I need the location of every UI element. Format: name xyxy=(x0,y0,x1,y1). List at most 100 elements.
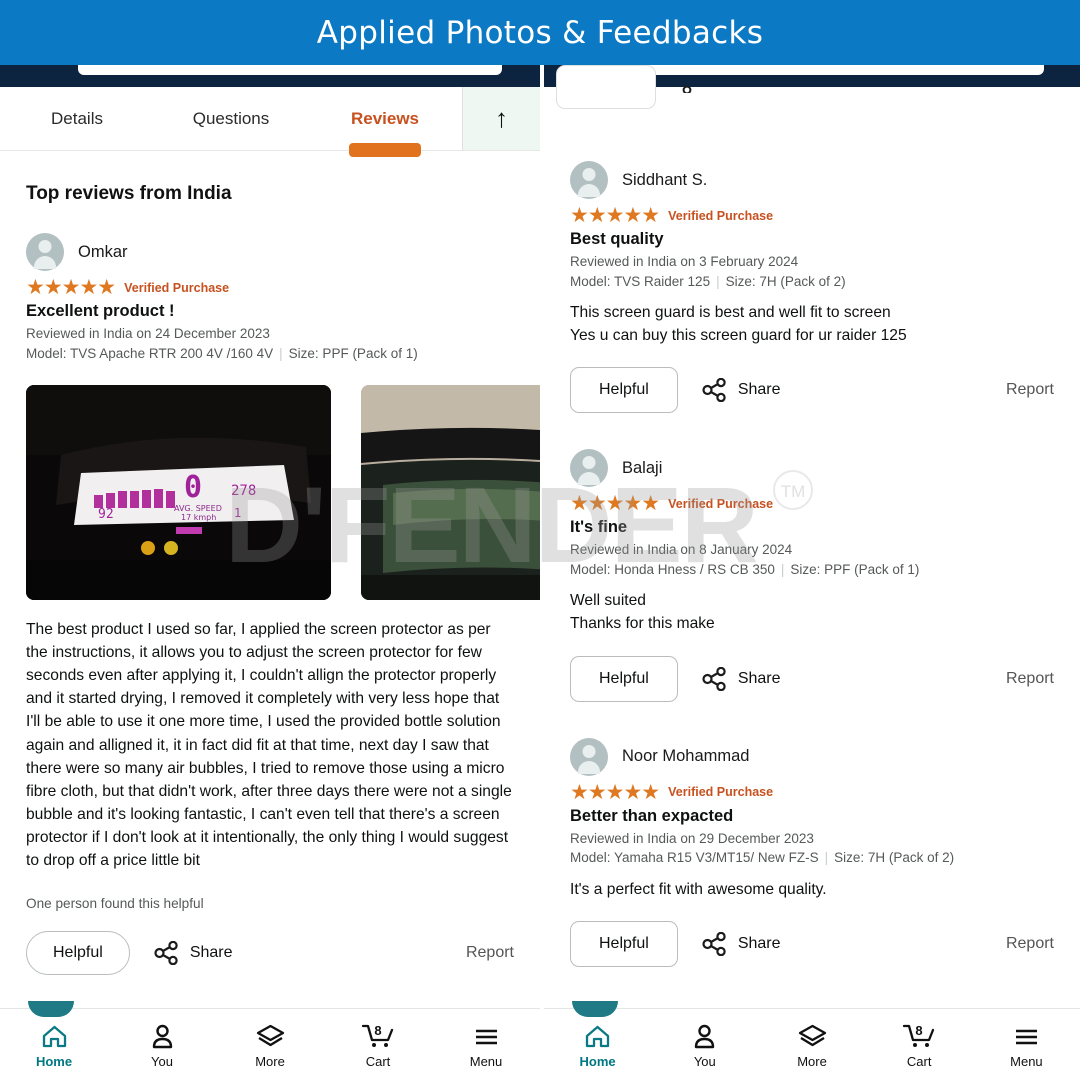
helpful-button[interactable]: Helpful xyxy=(570,920,678,967)
nav-item-you[interactable]: You xyxy=(108,1009,216,1080)
nav-item-more[interactable]: More xyxy=(758,1009,865,1080)
reviewer-name: Balaji xyxy=(622,458,663,477)
layers-icon xyxy=(256,1021,285,1049)
nav-label-more: More xyxy=(255,1053,285,1069)
share-icon xyxy=(702,378,726,403)
review-card-siddhant: Siddhant S. ★★★★★ Verified Purchase Best… xyxy=(570,161,1054,414)
cart-icon: 8 xyxy=(361,1021,395,1049)
helpful-button[interactable] xyxy=(556,65,656,109)
reviewer-row[interactable]: Noor Mohammad xyxy=(570,737,1054,776)
review-date: Reviewed in India on 24 December 2023 xyxy=(26,326,270,341)
nav-item-menu[interactable]: Menu xyxy=(432,1009,540,1080)
share-button[interactable]: Share xyxy=(702,378,781,403)
bottom-nav-right: Home You More 8 Cart Menu xyxy=(544,1001,1080,1080)
helpful-button[interactable]: Helpful xyxy=(570,655,678,702)
tab-details[interactable]: Details xyxy=(0,87,154,150)
nav-item-more[interactable]: More xyxy=(216,1009,324,1080)
review-actions-row: Helpful Share Report xyxy=(570,920,1054,967)
home-icon xyxy=(41,1021,68,1049)
report-button[interactable]: Report xyxy=(466,944,514,962)
nav-label-cart: Cart xyxy=(906,1053,932,1069)
review-date: Reviewed in India on 29 December 2023 xyxy=(570,830,814,846)
hamburger-icon xyxy=(473,1021,500,1049)
share-icon[interactable] xyxy=(682,79,704,97)
review-variant-line: Model: TVS Raider 125 | Size: 7H (Pack of … xyxy=(570,272,1054,292)
tab-reviews[interactable]: Reviews xyxy=(308,87,462,150)
variant-separator: | xyxy=(780,561,785,577)
review-actions-row: Helpful Share Report xyxy=(26,930,514,975)
nav-item-cart[interactable]: 8 Cart xyxy=(324,1009,432,1080)
review-size: Size: 7H (Pack of 2) xyxy=(834,850,955,866)
avatar xyxy=(570,737,608,776)
share-button[interactable]: Share xyxy=(154,940,233,965)
review-variant-line: Model: Yamaha R15 V3/MT15/ New FZ-S | Size… xyxy=(570,848,1054,868)
rating-row: ★★★★★ Verified Purchase xyxy=(570,493,1054,514)
nav-label-you: You xyxy=(151,1053,173,1069)
verified-purchase-badge: Verified Purchase xyxy=(668,496,774,511)
review-size: Size: 7H (Pack of 2) xyxy=(725,273,846,289)
svg-text:AVG. SPEED: AVG. SPEED xyxy=(174,504,222,513)
person-icon xyxy=(691,1021,718,1049)
search-input[interactable] xyxy=(624,65,1044,75)
variant-separator: | xyxy=(279,345,283,361)
cart-badge-count: 8 xyxy=(916,1023,923,1038)
share-icon xyxy=(702,931,726,956)
star-rating-icon: ★★★★★ xyxy=(570,492,660,516)
star-rating-icon: ★★★★★ xyxy=(570,204,660,227)
report-button[interactable]: Report xyxy=(1006,670,1054,688)
rating-row: ★★★★★ Verified Purchase xyxy=(570,205,1054,226)
nav-item-home[interactable]: Home xyxy=(0,1001,108,1080)
arrow-up-icon: ↑ xyxy=(495,103,508,133)
helpful-button[interactable]: Helpful xyxy=(26,930,130,975)
nav-item-you[interactable]: You xyxy=(651,1009,758,1080)
right-reviews-scroll-area[interactable]: Siddhant S. ★★★★★ Verified Purchase Best… xyxy=(544,113,1080,1043)
reviewer-row[interactable]: Siddhant S. xyxy=(570,161,1054,199)
review-size: Size: PPF (Pack of 1) xyxy=(790,561,920,577)
review-body-text: Well suited Thanks for this make xyxy=(570,592,715,633)
scroll-to-top-button[interactable]: ↑ xyxy=(462,87,540,150)
svg-text:17 kmph: 17 kmph xyxy=(181,513,216,522)
review-model: Model: Yamaha R15 V3/MT15/ New FZ-S xyxy=(570,850,819,866)
nav-label-more: More xyxy=(797,1053,827,1069)
home-icon xyxy=(584,1021,611,1049)
review-model: Model: TVS Apache RTR 200 4V /160 4V xyxy=(26,345,274,361)
review-photo-strip[interactable]: 0 AVG. SPEED 17 kmph 278 1 92 xyxy=(26,385,540,601)
active-tab-indicator xyxy=(572,1001,618,1017)
reviewer-row[interactable]: Balaji xyxy=(570,449,1054,488)
hamburger-icon xyxy=(1013,1021,1040,1049)
review-date: Reviewed in India on 3 February 2024 xyxy=(570,254,799,269)
avatar xyxy=(26,233,64,271)
left-phone-panel: Details Questions Reviews ↑ Top reviews … xyxy=(0,65,540,1080)
review-photo-2[interactable] xyxy=(361,385,540,601)
reviewer-row[interactable]: Omkar xyxy=(26,233,514,271)
report-button[interactable]: Report xyxy=(1006,935,1054,953)
share-button[interactable]: Share xyxy=(702,931,781,956)
helpful-button[interactable]: Helpful xyxy=(570,367,678,414)
product-tab-bar: Details Questions Reviews ↑ xyxy=(0,87,540,151)
page-title: Applied Photos & Feedbacks xyxy=(316,14,764,51)
search-input[interactable] xyxy=(78,65,502,75)
cart-badge-count: 8 xyxy=(374,1023,381,1038)
tab-questions[interactable]: Questions xyxy=(154,87,308,150)
star-rating-icon: ★★★★★ xyxy=(570,780,660,804)
share-icon xyxy=(702,666,726,691)
rating-row: ★★★★★ Verified Purchase xyxy=(26,277,514,298)
report-button[interactable]: Report xyxy=(1006,381,1054,399)
review-card-noor: Noor Mohammad ★★★★★ Verified Purchase Be… xyxy=(570,737,1054,967)
clipped-review-actions-row xyxy=(544,65,1080,113)
nav-item-cart[interactable]: 8 Cart xyxy=(866,1009,973,1080)
nav-item-menu[interactable]: Menu xyxy=(973,1009,1080,1080)
left-reviews-scroll-area[interactable]: Top reviews from India Omkar ★★★★★ Verif… xyxy=(0,151,540,1017)
nav-label-home: Home xyxy=(579,1053,616,1069)
svg-text:1: 1 xyxy=(234,506,241,520)
nav-item-home[interactable]: Home xyxy=(544,1001,651,1080)
nav-label-menu: Menu xyxy=(1010,1053,1043,1069)
review-card-balaji: Balaji ★★★★★ Verified Purchase It's fine… xyxy=(570,449,1054,702)
variant-separator: | xyxy=(716,273,720,289)
review-photo-1[interactable]: 0 AVG. SPEED 17 kmph 278 1 92 xyxy=(26,385,331,601)
person-icon xyxy=(149,1021,176,1049)
review-card-omkar: Omkar ★★★★★ Verified Purchase Excellent … xyxy=(26,233,540,975)
nav-label-cart: Cart xyxy=(365,1053,391,1069)
share-button[interactable]: Share xyxy=(702,666,781,691)
bottom-nav-left: Home You More 8 Cart Menu xyxy=(0,1001,540,1080)
